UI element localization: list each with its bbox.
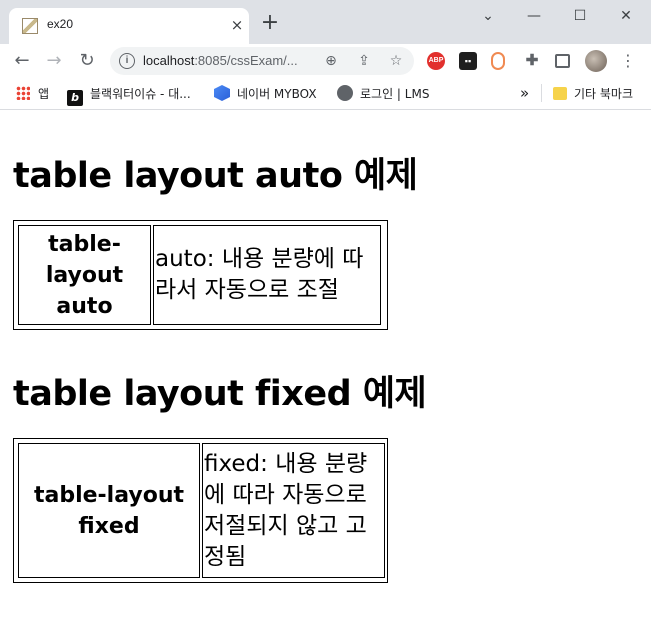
close-window-icon[interactable]: ✕ — [612, 6, 640, 26]
globe-icon — [337, 85, 353, 101]
adblock-icon[interactable]: ABP — [427, 52, 445, 70]
url-text[interactable]: localhost:8085/cssExam/... — [143, 53, 298, 68]
bookmark-apps[interactable]: 앱 — [16, 85, 49, 103]
new-tab-icon[interactable]: + — [258, 12, 282, 36]
bookmark-separator — [541, 84, 542, 102]
bookmarks-overflow-icon[interactable]: » — [520, 84, 529, 102]
site-info-icon[interactable]: i — [119, 53, 135, 69]
browser-toolbar: ← → ↻ i localhost:8085/cssExam/... ⊕ ⇪ ☆… — [0, 44, 651, 78]
extension-dark-icon[interactable]: ▪▪ — [459, 52, 477, 70]
table-auto-header: table-layout auto — [45, 231, 124, 319]
maximize-icon[interactable]: ☐ — [566, 6, 594, 26]
heading-fixed: table layout fixed 예제 — [13, 374, 427, 414]
minimize-icon[interactable]: — — [520, 6, 548, 26]
page-favicon-icon — [22, 18, 38, 34]
share-icon[interactable]: ⇪ — [355, 52, 373, 70]
bookmark-blackwater[interactable]: b 블랙워터이슈 - 대... — [67, 85, 191, 106]
address-bar[interactable]: i localhost:8085/cssExam/... ⊕ ⇪ ☆ — [110, 47, 414, 75]
extensions-puzzle-icon[interactable]: ✚ — [523, 52, 541, 70]
bookmark-other-folder[interactable]: 기타 북마크 — [553, 85, 633, 103]
forward-icon[interactable]: → — [42, 49, 66, 73]
mybox-icon — [214, 85, 230, 101]
folder-icon — [553, 87, 567, 100]
tab-title: ex20 — [47, 17, 74, 31]
back-icon[interactable]: ← — [10, 49, 34, 73]
tab-ex20[interactable]: ex20 × — [9, 8, 249, 44]
page-content: table layout auto 예제 table-layout auto a… — [0, 111, 651, 632]
reload-icon[interactable]: ↻ — [75, 49, 99, 73]
bookmark-star-icon[interactable]: ☆ — [387, 52, 405, 70]
extension-orange-icon[interactable] — [491, 52, 505, 70]
menu-kebab-icon[interactable]: ⋮ — [620, 49, 636, 73]
table-fixed-header: table-layout fixed — [33, 482, 185, 539]
b-logo-icon: b — [67, 90, 83, 106]
heading-auto: table layout auto 예제 — [13, 156, 418, 196]
table-fixed-data-cell: fixed: 내용 분량에 따라 자동으로 저절되지 않고 고정됨 — [202, 443, 385, 578]
profile-avatar[interactable] — [585, 50, 607, 72]
table-fixed-text: fixed: 내용 분량에 따라 자동으로 저절되지 않고 고정됨 — [204, 450, 368, 570]
bookmark-naver-mybox[interactable]: 네이버 MYBOX — [214, 85, 317, 103]
table-auto-data-cell: auto: 내용 분량에 따라서 자동으로 조절 — [153, 225, 381, 325]
table-auto-text: auto: 내용 분량에 따라서 자동으로 조절 — [155, 246, 364, 303]
table-fixed: table-layout fixed fixed: 내용 분량에 따라 자동으로… — [13, 438, 388, 583]
zoom-icon[interactable]: ⊕ — [322, 52, 340, 70]
apps-grid-icon — [16, 86, 30, 100]
bookmark-lms-login[interactable]: 로그인 | LMS — [337, 85, 429, 103]
table-auto: table-layout auto auto: 내용 분량에 따라서 자동으로 … — [13, 220, 388, 330]
tab-close-icon[interactable]: × — [227, 15, 247, 35]
bookmarks-bar: 앱 b 블랙워터이슈 - 대... 네이버 MYBOX 로그인 | LMS » 기… — [0, 78, 651, 110]
table-auto-header-cell: table-layout auto — [18, 225, 151, 325]
title-bar: ex20 × + ⌄ — ☐ ✕ — [0, 0, 651, 44]
tab-search-icon[interactable]: ⌄ — [474, 6, 502, 26]
side-panel-icon[interactable] — [555, 54, 570, 68]
table-fixed-header-cell: table-layout fixed — [18, 443, 200, 578]
